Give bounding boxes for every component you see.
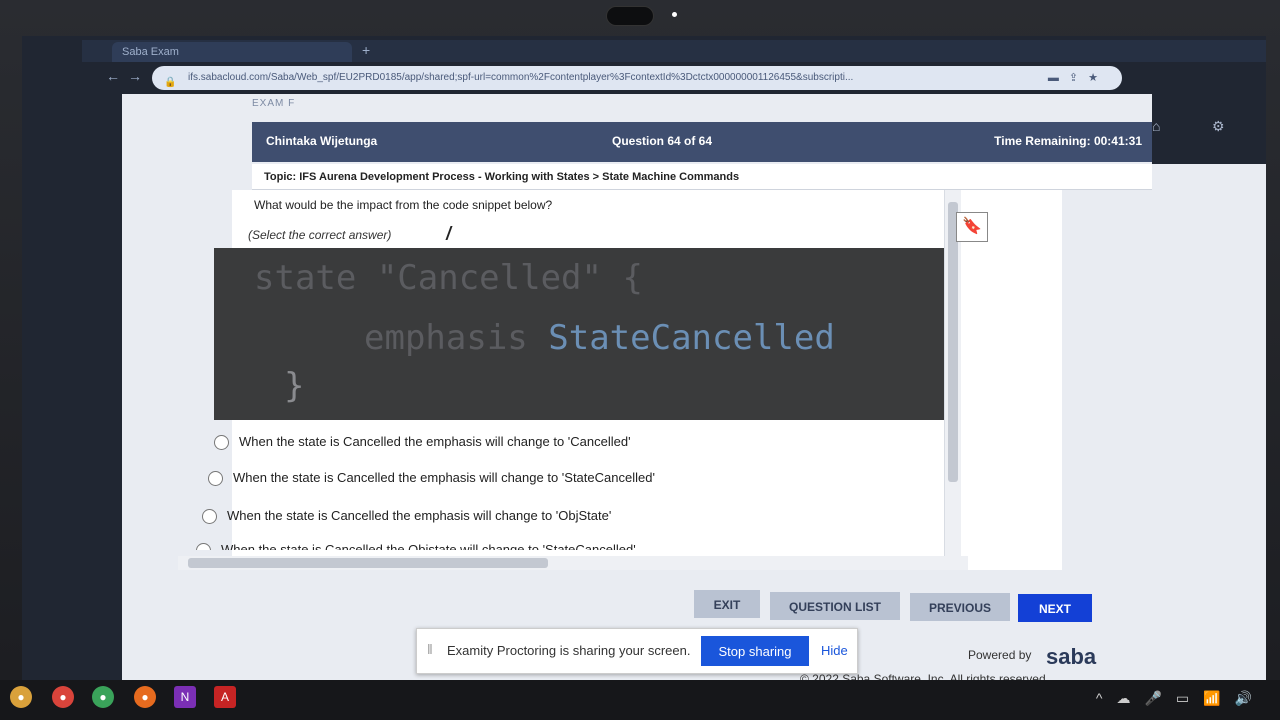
chrome-icon[interactable]: ● [92, 686, 114, 708]
forward-arrow-icon[interactable]: → [128, 68, 142, 84]
code-line-2: emphasis StateCancelled [364, 318, 835, 358]
code-snippet-image: state "Cancelled" { emphasis StateCancel… [214, 248, 944, 420]
webcam-light [672, 12, 677, 17]
acrobat-icon[interactable]: A [214, 686, 236, 708]
firefox-icon[interactable]: ● [134, 686, 156, 708]
next-button[interactable]: NEXT [1018, 594, 1092, 622]
screen-share-bar: ‖ Examity Proctoring is sharing your scr… [416, 628, 858, 674]
system-tray[interactable]: ^☁🎤▭📶🔊 [1096, 690, 1266, 707]
code-line-3: } [284, 366, 305, 406]
question-list-button[interactable]: QUESTION LIST [770, 592, 900, 620]
browser-tab-bar: Saba Exam + [82, 40, 1266, 62]
home-icon[interactable]: ⌂ [1152, 118, 1160, 134]
new-tab-button[interactable]: + [362, 42, 370, 58]
code-value: StateCancelled [548, 318, 835, 358]
bookmark-icon[interactable]: 🔖 [956, 212, 988, 242]
code-line-1: state "Cancelled" { [254, 258, 643, 298]
time-remaining: Time Remaining: 00:41:31 [994, 134, 1142, 148]
screen: Saba Exam + ← → 🔒 ifs.sabacloud.com/Saba… [22, 36, 1266, 686]
hide-button[interactable]: Hide [821, 643, 848, 658]
browser-tab[interactable]: Saba Exam [112, 42, 352, 62]
question-panel: What would be the impact from the code s… [196, 190, 1062, 570]
instruction-text: (Select the correct answer) [248, 228, 392, 242]
radio-button[interactable] [214, 435, 229, 451]
saba-logo: saba [1046, 644, 1097, 669]
url-text: ifs.sabacloud.com/Saba/Web_spf/EU2PRD018… [188, 72, 854, 83]
horizontal-scrollbar[interactable] [178, 556, 968, 570]
topic-subtitle: State Machine Commands [602, 171, 740, 183]
powered-by-label: Powered by [968, 648, 1032, 662]
user-name: Chintaka Wijetunga [266, 134, 378, 148]
option-label: When the state is Cancelled the emphasis… [239, 434, 631, 449]
back-arrow-icon[interactable]: ← [106, 68, 120, 84]
exam-top-bar: Chintaka Wijetunga Question 64 of 64 Tim… [252, 122, 1152, 162]
exit-button[interactable]: EXIT [694, 590, 760, 618]
radio-button[interactable] [202, 509, 217, 525]
answer-option[interactable]: When the state is Cancelled the emphasis… [208, 470, 655, 487]
player-controls: ⌂ ⚙ [1152, 94, 1266, 164]
onenote-icon[interactable]: N [174, 686, 196, 708]
settings-icon[interactable]: ⚙ [1212, 118, 1225, 135]
answer-option[interactable]: When the state is Cancelled the emphasis… [202, 508, 612, 525]
chrome-icon[interactable]: ● [52, 686, 74, 708]
question-counter: Question 64 of 64 [612, 134, 713, 148]
exam-header-label: EXAM F [252, 98, 296, 109]
question-text: What would be the impact from the code s… [254, 198, 553, 212]
drag-handle-icon[interactable]: ‖ [427, 641, 433, 657]
share-status-text: Examity Proctoring is sharing your scree… [447, 643, 691, 658]
answer-option[interactable]: When the state is Cancelled the emphasis… [214, 434, 631, 451]
option-label: When the state is Cancelled the emphasis… [233, 470, 655, 485]
chrome-icon[interactable]: ● [10, 686, 32, 708]
scroll-thumb[interactable] [948, 202, 958, 482]
address-bar[interactable]: 🔒 ifs.sabacloud.com/Saba/Web_spf/EU2PRD0… [152, 66, 1122, 90]
stop-sharing-button[interactable]: Stop sharing [701, 636, 809, 666]
option-label: When the state is Cancelled the emphasis… [227, 508, 612, 523]
previous-button[interactable]: PREVIOUS [910, 593, 1010, 621]
vertical-scrollbar[interactable] [944, 190, 961, 560]
webcam [606, 6, 654, 26]
lock-icon: 🔒 [164, 77, 177, 88]
option-label: When the state is Cancelled the Objstate… [221, 542, 636, 550]
radio-button[interactable] [208, 471, 223, 487]
taskbar: ● ● ● ● N A ^☁🎤▭📶🔊 [0, 680, 1280, 720]
code-keyword: emphasis [364, 318, 528, 358]
radio-button[interactable] [196, 543, 211, 550]
topic-title: Topic: IFS Aurena Development Process - … [264, 171, 590, 183]
address-bar-icons[interactable]: ▬⇪★ [1048, 66, 1108, 90]
answer-option[interactable]: When the state is Cancelled the Objstate… [196, 542, 636, 550]
topic-separator: > [592, 171, 600, 183]
scroll-thumb[interactable] [188, 558, 548, 568]
topic-bar: Topic: IFS Aurena Development Process - … [252, 164, 1152, 190]
